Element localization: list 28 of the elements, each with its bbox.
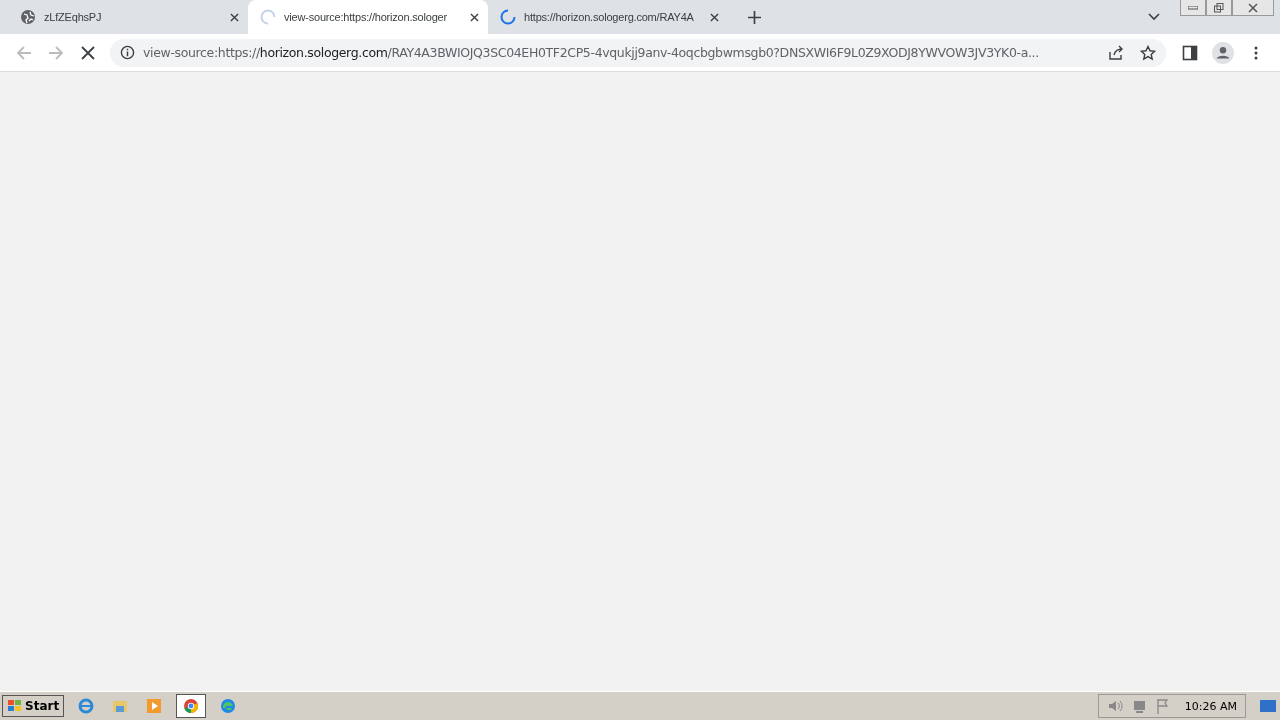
close-window-button[interactable]: [1232, 0, 1274, 16]
restore-icon: [1214, 2, 1224, 13]
chevron-down-icon[interactable]: [1148, 13, 1160, 21]
globe-icon: [20, 9, 36, 25]
loading-spinner-icon: [500, 9, 516, 25]
star-icon[interactable]: [1140, 44, 1156, 61]
start-button[interactable]: Start: [2, 695, 65, 717]
tab-title: zLfZEqhsPJ: [44, 11, 103, 23]
four-squares-icon: [7, 698, 23, 714]
minimize-icon: [1188, 5, 1198, 10]
address-bar[interactable]: view-source:https://horizon.sologerg.com/RAY4A3BWIOJQ3SC04EH0TF2CP5-4vqukjj9anv-4oqcbgbwmsgb0?DNSXWI6F9L0Z9XODJ8YWVOW3JV3YK0-a...: [110, 38, 1166, 67]
browser-icon[interactable]: [176, 694, 207, 718]
tab-title: https://horizon.sologerg.com/RAY4A: [524, 11, 695, 23]
loading-spinner-icon: [260, 9, 276, 25]
info-icon: [120, 45, 135, 60]
browser-tab[interactable]: view-source:https://horizon.sologer: [248, 0, 488, 34]
new-tab-icon[interactable]: [748, 10, 761, 24]
tab-title: view-source:https://horizon.sologer: [284, 11, 448, 23]
close-icon[interactable]: [710, 12, 719, 22]
close-icon[interactable]: [230, 12, 239, 22]
restore-button[interactable]: [1206, 0, 1232, 16]
close-icon: [1248, 2, 1258, 13]
share-icon[interactable]: [1108, 44, 1124, 61]
close-icon[interactable]: [470, 12, 479, 22]
clock[interactable]: 10:26 AM: [1184, 699, 1237, 713]
url-text: view-source:https://horizon.sologerg.com/RAY4A3BWIOJQ3SC04EH0TF2CP5-4vqukjj9anv-4oqcbgbwmsgb0?DNSXWI6F9L0Z9XODJ8YWVOW3JV3YK0-a...: [143, 45, 1040, 60]
browser-tab[interactable]: https://horizon.sologerg.com/RAY4A: [488, 0, 728, 34]
browser-tab[interactable]: zLfZEqhsPJ: [8, 0, 248, 34]
